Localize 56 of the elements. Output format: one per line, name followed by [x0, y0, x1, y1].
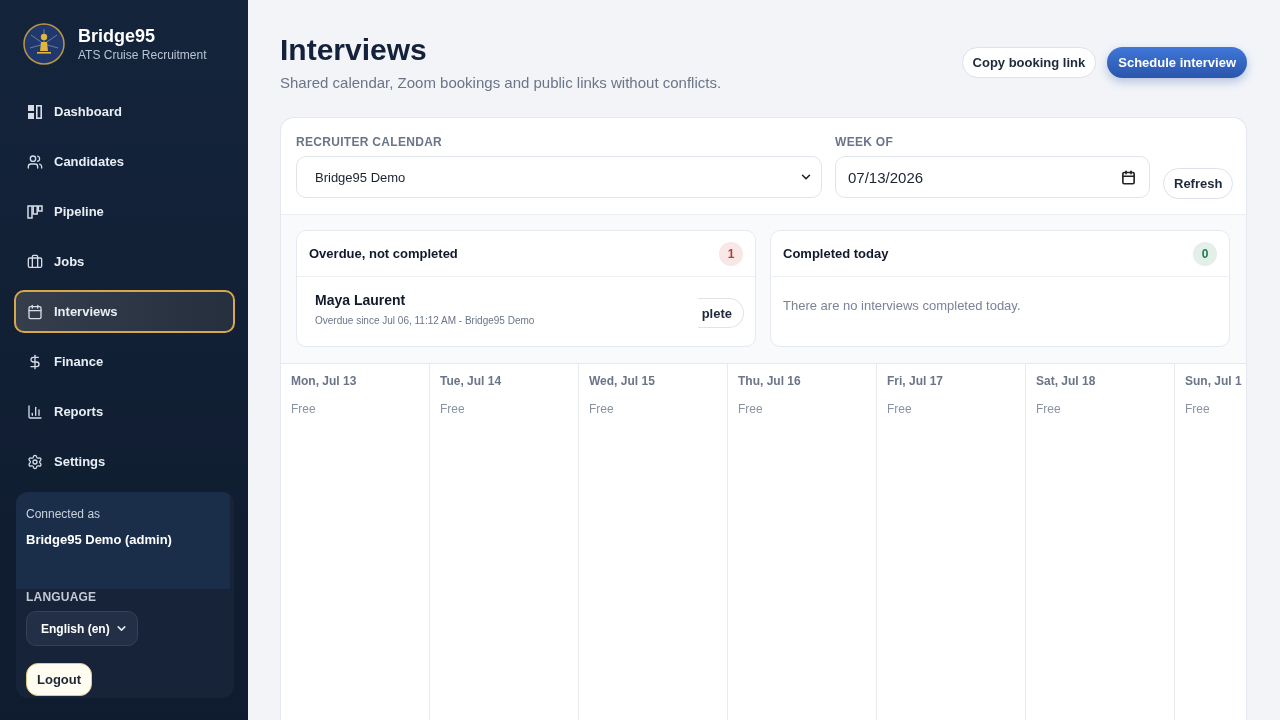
account-user: Bridge95 Demo (admin)	[26, 532, 173, 548]
layout-icon	[27, 103, 43, 120]
nav-item[interactable]: Finance	[14, 340, 235, 383]
copy-link-button[interactable]: Copy booking link	[961, 47, 1097, 78]
panel-title: Overdue, not completed	[309, 246, 458, 261]
brand-logo	[23, 23, 65, 65]
day-status: Free	[1036, 401, 1062, 417]
count-badge: 1	[719, 241, 743, 266]
complete-button[interactable]: plete	[697, 298, 744, 328]
nav-item[interactable]: Dashboard	[14, 90, 235, 133]
logout-button[interactable]: Logout	[26, 663, 93, 696]
interview-detail: Overdue since Jul 06, 11:12 AM - Bridge95 Demo	[315, 314, 535, 327]
day-heading: Mon, Jul 13	[291, 373, 358, 389]
calendar-icon	[27, 303, 43, 320]
day-heading: Sat, Jul 18	[1036, 373, 1097, 389]
calendar-icon	[1121, 169, 1136, 185]
day-heading: Sun, Jul 1	[1185, 373, 1243, 389]
day-heading: Tue, Jul 14	[440, 373, 503, 389]
dollar-icon	[27, 353, 43, 370]
nav-item[interactable]: Pipeline	[14, 190, 235, 233]
panel-title: Completed today	[783, 246, 889, 261]
day-status: Free	[887, 401, 913, 417]
language-label: LANGUAGE	[26, 589, 98, 605]
brand-tagline: ATS Cruise Recruitment	[78, 47, 207, 63]
day-heading: Fri, Jul 17	[887, 373, 945, 389]
day-status: Free	[589, 401, 615, 417]
brand-name: Bridge95	[78, 25, 157, 47]
date-field[interactable]: 07/13/2026	[835, 156, 1150, 198]
day-status: Free	[1185, 401, 1211, 417]
calendar-select[interactable]: Bridge95 Demo	[296, 156, 822, 198]
field-label: WEEK OF	[835, 134, 895, 150]
briefcase-icon	[27, 253, 43, 270]
refresh-button[interactable]: Refresh	[1163, 168, 1234, 199]
field-label: RECRUITER CALENDAR	[296, 134, 444, 150]
count-badge: 0	[1193, 241, 1217, 266]
account-caption: Connected as	[26, 506, 102, 522]
settings-icon	[27, 453, 43, 470]
day-status: Free	[440, 401, 466, 417]
columns-icon	[27, 203, 43, 220]
page-subtitle: Shared calendar, Zoom bookings and public links without conflicts.	[280, 73, 722, 93]
schedule-button[interactable]: Schedule interview	[1107, 47, 1247, 78]
page-title: Interviews	[280, 32, 428, 68]
candidate-name: Maya Laurent	[315, 291, 407, 309]
nav-item[interactable]: Candidates	[14, 140, 235, 183]
day-status: Free	[291, 401, 317, 417]
nav-item[interactable]: Reports	[14, 390, 235, 433]
language-select[interactable]: English (en)	[26, 611, 138, 646]
day-status: Free	[738, 401, 764, 417]
day-heading: Thu, Jul 16	[738, 373, 802, 389]
empty-message: There are no interviews completed today.	[782, 297, 1022, 315]
bar-chart-icon	[27, 403, 43, 420]
day-heading: Wed, Jul 15	[589, 373, 656, 389]
nav-item[interactable]: Settings	[14, 440, 235, 483]
nav-item[interactable]: Jobs	[14, 240, 235, 283]
people-icon	[27, 153, 43, 170]
nav-item[interactable]: Interviews	[14, 290, 235, 333]
